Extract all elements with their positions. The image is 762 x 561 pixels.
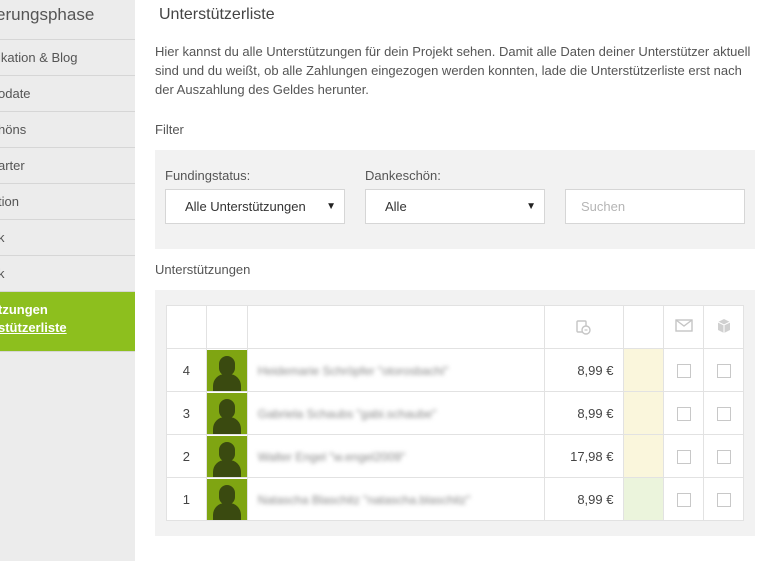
table-row[interactable]: 2 Walter Engel "w.engel2009" 17,98 € (166, 434, 744, 478)
chevron-down-icon: ▼ (526, 201, 536, 212)
supporter-name: Gabriela Schaubs "gabi.schaube" (257, 406, 437, 421)
avatar (206, 435, 247, 477)
sidebar-active-title: tzungen (0, 302, 48, 317)
status-indicator (623, 434, 665, 478)
sidebar-item-rewards[interactable]: höns (0, 112, 135, 148)
supporters-heading: Unterstützungen (155, 262, 251, 277)
funding-status-value: Alle Unterstützungen (185, 199, 306, 214)
sidebar-item-communication[interactable]: ikation & Blog (0, 40, 135, 76)
thanks-value: Alle (385, 199, 407, 214)
sidebar-item-label: odate (0, 86, 31, 101)
filter-heading: Filter (155, 122, 184, 137)
table-row[interactable]: 3 Gabriela Schaubs "gabi.schaube" 8,99 € (166, 391, 744, 435)
amount: 8,99 € (543, 477, 625, 521)
sidebar: erungsphase ikation & Blog odate höns ar… (0, 0, 135, 561)
envelope-icon (674, 319, 693, 332)
header-name (246, 305, 545, 349)
shipped-checkbox[interactable] (716, 406, 731, 421)
mail-checkbox[interactable] (676, 406, 691, 421)
table-row[interactable]: 1 Natascha Blaschitz "natascha.blaschitz… (166, 477, 744, 521)
mail-checkbox[interactable] (676, 492, 691, 507)
sidebar-link-supporter-list[interactable]: stützerliste (0, 319, 135, 337)
row-number: 3 (166, 391, 207, 435)
page-title: Unterstützerliste (159, 6, 275, 23)
funding-status-label: Fundingstatus: (165, 168, 251, 183)
status-indicator (623, 477, 665, 521)
supporter-name: Natascha Blaschitz "natascha.blaschitz" (257, 492, 471, 507)
header-shipping (703, 305, 744, 349)
mail-checkbox[interactable] (676, 363, 691, 378)
sidebar-item-label: höns (0, 122, 27, 137)
thanks-select[interactable]: Alle ▼ (365, 189, 545, 224)
mail-checkbox[interactable] (676, 449, 691, 464)
sidebar-item-supporters[interactable]: tzungen stützerliste (0, 292, 135, 352)
supporter-name: Walter Engel "w.engel2009" (257, 449, 406, 464)
table-header-row (166, 305, 744, 349)
sidebar-item-label: arter (0, 158, 25, 173)
sidebar-item-label: ikation & Blog (0, 50, 78, 65)
shipped-checkbox[interactable] (716, 449, 731, 464)
sidebar-item-update[interactable]: odate (0, 76, 135, 112)
sidebar-phase-title: erungsphase (0, 0, 135, 40)
header-status (623, 305, 665, 349)
filter-panel: Fundingstatus: Alle Unterstützungen ▼ Da… (155, 150, 755, 249)
status-indicator (623, 391, 665, 435)
row-number: 4 (166, 348, 207, 392)
package-icon (717, 318, 730, 333)
table-row[interactable]: 4 Heidemarie Schröpfer "otorosbachi" 8,9… (166, 348, 744, 392)
row-number: 2 (166, 434, 207, 478)
avatar (206, 478, 247, 520)
supporters-panel: 4 Heidemarie Schröpfer "otorosbachi" 8,9… (155, 290, 755, 536)
amount: 17,98 € (543, 434, 625, 478)
sidebar-item-starter[interactable]: arter (0, 148, 135, 184)
shipped-checkbox[interactable] (716, 492, 731, 507)
sidebar-item-label: tion (0, 194, 19, 209)
sidebar-item-action[interactable]: tion (0, 184, 135, 220)
supporters-table: 4 Heidemarie Schröpfer "otorosbachi" 8,9… (166, 305, 744, 521)
intro-text: Hier kannst du alle Unterstützungen für … (155, 44, 751, 97)
sidebar-item-k1[interactable]: k (0, 220, 135, 256)
amount: 8,99 € (543, 348, 625, 392)
header-avatar (205, 305, 248, 349)
money-icon (576, 320, 592, 335)
sidebar-item-label: k (0, 230, 5, 245)
avatar (206, 392, 247, 434)
supporter-name: Heidemarie Schröpfer "otorosbachi" (257, 363, 449, 378)
avatar (206, 349, 247, 391)
sidebar-item-k2[interactable]: k (0, 256, 135, 292)
chevron-down-icon: ▼ (326, 201, 336, 212)
amount: 8,99 € (543, 391, 625, 435)
shipped-checkbox[interactable] (716, 363, 731, 378)
search-input[interactable] (565, 189, 745, 224)
sidebar-item-label: k (0, 266, 5, 281)
header-mail (663, 305, 705, 349)
header-amount (543, 305, 625, 349)
status-indicator (623, 348, 665, 392)
thanks-label: Dankeschön: (365, 168, 441, 183)
funding-status-select[interactable]: Alle Unterstützungen ▼ (165, 189, 345, 224)
row-number: 1 (166, 477, 207, 521)
header-num (166, 305, 207, 349)
